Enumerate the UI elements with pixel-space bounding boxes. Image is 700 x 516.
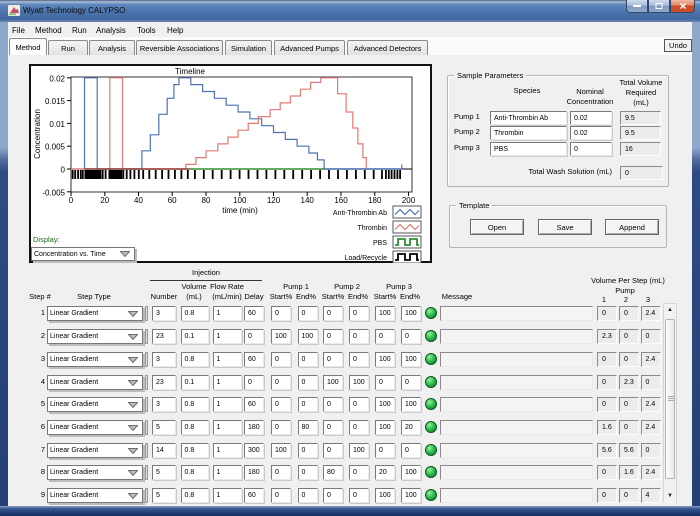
svg-text:Anti-Thrombin Ab: Anti-Thrombin Ab bbox=[333, 210, 387, 217]
svg-text:Load/Recycle: Load/Recycle bbox=[345, 255, 388, 262]
svg-text:Thrombin: Thrombin bbox=[357, 225, 387, 232]
svg-text:0: 0 bbox=[69, 196, 74, 205]
svg-text:0.01: 0.01 bbox=[49, 120, 65, 129]
svg-text:40: 40 bbox=[134, 196, 143, 205]
svg-text:60: 60 bbox=[168, 196, 177, 205]
svg-text:160: 160 bbox=[334, 196, 348, 205]
svg-text:0.015: 0.015 bbox=[45, 97, 66, 106]
svg-text:140: 140 bbox=[301, 196, 315, 205]
svg-text:80: 80 bbox=[202, 196, 211, 205]
svg-text:Timeline: Timeline bbox=[175, 67, 205, 76]
svg-text:100: 100 bbox=[233, 196, 247, 205]
svg-text:120: 120 bbox=[267, 196, 281, 205]
svg-text:time (min): time (min) bbox=[222, 206, 258, 215]
svg-text:PBS: PBS bbox=[373, 240, 387, 247]
svg-text:-0.005: -0.005 bbox=[42, 188, 65, 197]
svg-text:200: 200 bbox=[402, 196, 416, 205]
svg-text:Concentration: Concentration bbox=[33, 109, 42, 159]
svg-text:20: 20 bbox=[100, 196, 109, 205]
svg-text:0: 0 bbox=[61, 166, 66, 175]
svg-text:0.02: 0.02 bbox=[49, 74, 65, 83]
svg-text:0.005: 0.005 bbox=[45, 143, 66, 152]
svg-text:180: 180 bbox=[368, 196, 382, 205]
